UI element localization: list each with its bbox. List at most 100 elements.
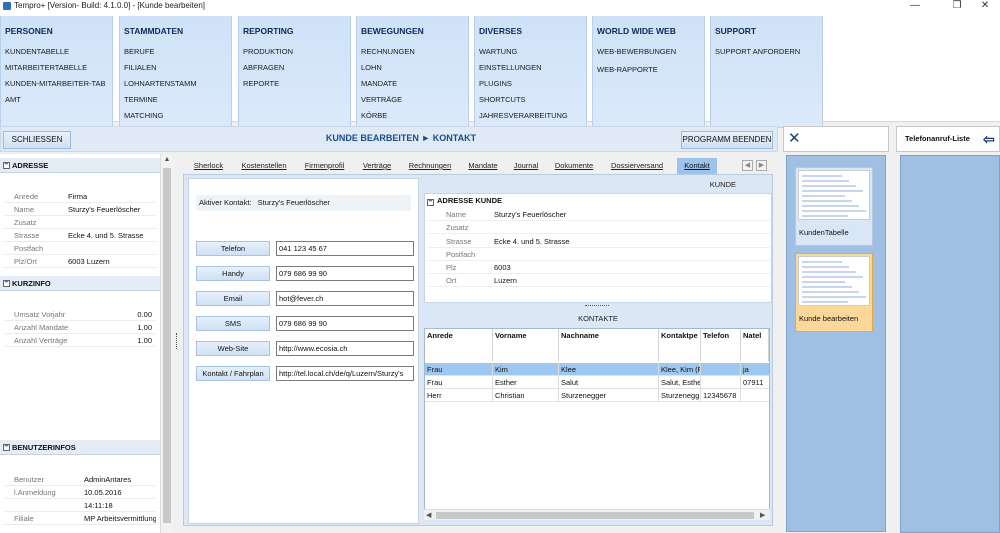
scroll-up-icon[interactable]: ▲ xyxy=(163,156,171,164)
minimize-icon[interactable]: — xyxy=(900,0,930,12)
menu-item-matching[interactable]: MATCHING xyxy=(124,111,163,120)
column-header[interactable]: Vorname xyxy=(493,329,559,361)
sms-field[interactable]: 079 686 99 90 xyxy=(276,316,414,331)
table-cell: 07911 xyxy=(743,378,764,387)
restore-icon[interactable]: ❐ xyxy=(942,0,972,12)
menu-item-web-bewerbungen[interactable]: WEB-BEWERBUNGEN xyxy=(597,47,676,56)
tab-dossierversand[interactable]: Dossierversand xyxy=(603,158,671,174)
back-arrow-icon[interactable]: ⇦ xyxy=(983,127,995,151)
section-header-benutzerinfos[interactable]: – BENUTZERINFOS xyxy=(0,440,160,455)
website-field[interactable]: http://www.ecosia.ch xyxy=(276,341,414,356)
command-bar: SCHLIESSEN KUNDE BEARBEITEN ► KONTAKT PR… xyxy=(0,126,778,152)
email-field[interactable]: hot@fever.ch xyxy=(276,291,414,306)
menu-item-koerbe[interactable]: KÖRBE xyxy=(361,111,387,120)
splitter-handle[interactable] xyxy=(176,333,179,349)
menu-item-rechnungen[interactable]: RECHNUNGEN xyxy=(361,47,415,56)
active-contact-value: Sturzy's Feuerlöscher xyxy=(257,198,330,207)
column-header[interactable]: Nachname xyxy=(559,329,659,361)
handy-button[interactable]: Handy xyxy=(196,266,270,281)
close-button[interactable]: SCHLIESSEN xyxy=(3,131,71,149)
menu-item-kundentabelle[interactable]: KUNDENTABELLE xyxy=(5,47,69,56)
menu-item-plugins[interactable]: PLUGINS xyxy=(479,79,512,88)
sms-button[interactable]: SMS xyxy=(196,316,270,331)
column-header[interactable]: Anrede xyxy=(425,329,493,361)
menu-item-mandate[interactable]: MANDATE xyxy=(361,79,397,88)
column-header[interactable]: Telefon xyxy=(701,329,741,361)
end-program-button[interactable]: PROGRAMM BEENDEN xyxy=(681,131,773,149)
tab-mandate[interactable]: Mandate xyxy=(462,158,504,174)
tab-scroll-right-icon[interactable]: ▶ xyxy=(756,160,767,171)
menu-item-jahresverarbeitung[interactable]: JAHRESVERARBEITUNG xyxy=(479,111,568,120)
phone-list-header: Telefonanruf-Liste ⇦ xyxy=(896,126,1000,152)
menu-item-termine[interactable]: TERMINE xyxy=(124,95,158,104)
field-label: Umsatz Vorjahr xyxy=(14,310,66,319)
table-row[interactable]: Frau Esther Salut Salut, Esthe 07911 xyxy=(425,376,769,389)
scroll-thumb[interactable] xyxy=(163,168,171,523)
section-header-kurzinfo[interactable]: – KURZINFO xyxy=(0,276,160,291)
menu-item-lohn[interactable]: LOHN xyxy=(361,63,382,72)
menu-item-produktion[interactable]: PRODUKTION xyxy=(243,47,293,56)
collapse-icon[interactable]: – xyxy=(3,161,10,169)
column-header[interactable]: Natel xyxy=(741,329,769,361)
handy-field[interactable]: 079 686 99 90 xyxy=(276,266,414,281)
field-label: Name xyxy=(14,205,35,214)
section-header-adresse[interactable]: – ADRESSE xyxy=(0,158,160,173)
menu-item-amt[interactable]: AMT xyxy=(5,95,21,104)
menu-item-lohnartenstamm[interactable]: LOHNARTENSTAMM xyxy=(124,79,197,88)
menu-item-abfragen[interactable]: ABFRAGEN xyxy=(243,63,284,72)
table-cell xyxy=(701,363,741,376)
collapse-icon[interactable]: – xyxy=(3,443,10,451)
menu-item-mitarbeitertabelle[interactable]: MITARBEITERTABELLE xyxy=(5,63,87,72)
close-window-icon[interactable]: ✕ xyxy=(970,0,1000,12)
table-cell: Salut, Esthe xyxy=(661,376,701,389)
splitter-handle[interactable] xyxy=(585,305,609,308)
scroll-left-icon[interactable]: ◀ xyxy=(426,511,431,519)
tab-sherlock[interactable]: Sherlock xyxy=(186,158,231,174)
fahrplan-field[interactable]: http://tel.local.ch/de/q/Luzern/Sturzy's xyxy=(276,366,414,381)
scroll-right-icon[interactable]: ▶ xyxy=(760,511,765,519)
scroll-thumb[interactable] xyxy=(436,512,754,519)
telefon-button[interactable]: Telefon xyxy=(196,241,270,256)
menu-item-vertraege[interactable]: VERTRÄGE xyxy=(361,95,402,104)
menu-item-reporte[interactable]: REPORTE xyxy=(243,79,279,88)
left-scrollbar[interactable]: ▲ xyxy=(160,154,173,533)
tab-kontakt[interactable]: Kontakt xyxy=(677,158,717,174)
collapse-icon[interactable]: – xyxy=(3,279,10,287)
menu-item-wartung[interactable]: WARTUNG xyxy=(479,47,517,56)
menu-item-einstellungen[interactable]: EINSTELLUNGEN xyxy=(479,63,542,72)
kunde-header: KUNDE xyxy=(709,180,736,189)
table-row[interactable]: Herr Christian Sturzenegger Sturzenegg 1… xyxy=(425,389,769,402)
website-button[interactable]: Web-Site xyxy=(196,341,270,356)
kontakte-grid: Anrede Vorname Nachname Kontaktpe Telefo… xyxy=(424,328,770,520)
telefon-field[interactable]: 041 123 45 67 xyxy=(276,241,414,256)
menu-item-filialen[interactable]: FILIALEN xyxy=(124,63,157,72)
column-header[interactable]: Kontaktpe xyxy=(659,329,701,361)
menu-item-berufe[interactable]: BERUFE xyxy=(124,47,154,56)
table-row[interactable]: Frau Kim Klee Klee, Kim (F ja xyxy=(425,363,769,376)
field-value: 6003 xyxy=(494,263,511,272)
window-thumb-kunde-bearbeiten[interactable]: Kunde bearbeiten xyxy=(795,253,873,332)
menu-item-support-anfordern[interactable]: SUPPORT ANFORDERN xyxy=(715,47,800,56)
tab-dokumente[interactable]: Dokumente xyxy=(549,158,599,174)
field-row: Postfach xyxy=(428,249,770,261)
close-icon[interactable]: ✕ xyxy=(788,129,801,149)
field-value: 14:11:18 xyxy=(84,501,113,510)
collapse-icon[interactable]: – xyxy=(427,198,434,206)
email-button[interactable]: Email xyxy=(196,291,270,306)
window-titlebar: Tempro+ [Version- Build: 4.1.0.0] - [Kun… xyxy=(0,0,1000,12)
fahrplan-button[interactable]: Kontakt / Fahrplan xyxy=(196,366,270,381)
menu-item-web-rapporte[interactable]: WEB-RAPPORTE xyxy=(597,65,658,74)
tab-rechnungen[interactable]: Rechnungen xyxy=(402,158,458,174)
tab-journal[interactable]: Journal xyxy=(508,158,544,174)
tab-vertraege[interactable]: Verträge xyxy=(356,158,398,174)
window-thumb-kundentabelle[interactable]: KundenTabelle xyxy=(795,167,873,246)
grid-horizontal-scrollbar[interactable]: ◀ ▶ xyxy=(424,509,770,520)
field-label: Plz xyxy=(446,263,457,272)
tab-firmenprofil[interactable]: Firmenprofil xyxy=(297,158,352,174)
menu-item-shortcuts[interactable]: SHORTCUTS xyxy=(479,95,526,104)
table-cell: Christian xyxy=(493,389,559,402)
adresse-kunde-header[interactable]: – ADRESSE KUNDE xyxy=(427,196,502,206)
tab-kostenstellen[interactable]: Kostenstellen xyxy=(235,158,293,174)
menu-item-kunden-mitarbeiter-tab[interactable]: KUNDEN-MITARBEITER-TAB xyxy=(5,79,106,88)
tab-scroll-left-icon[interactable]: ◀ xyxy=(742,160,753,171)
